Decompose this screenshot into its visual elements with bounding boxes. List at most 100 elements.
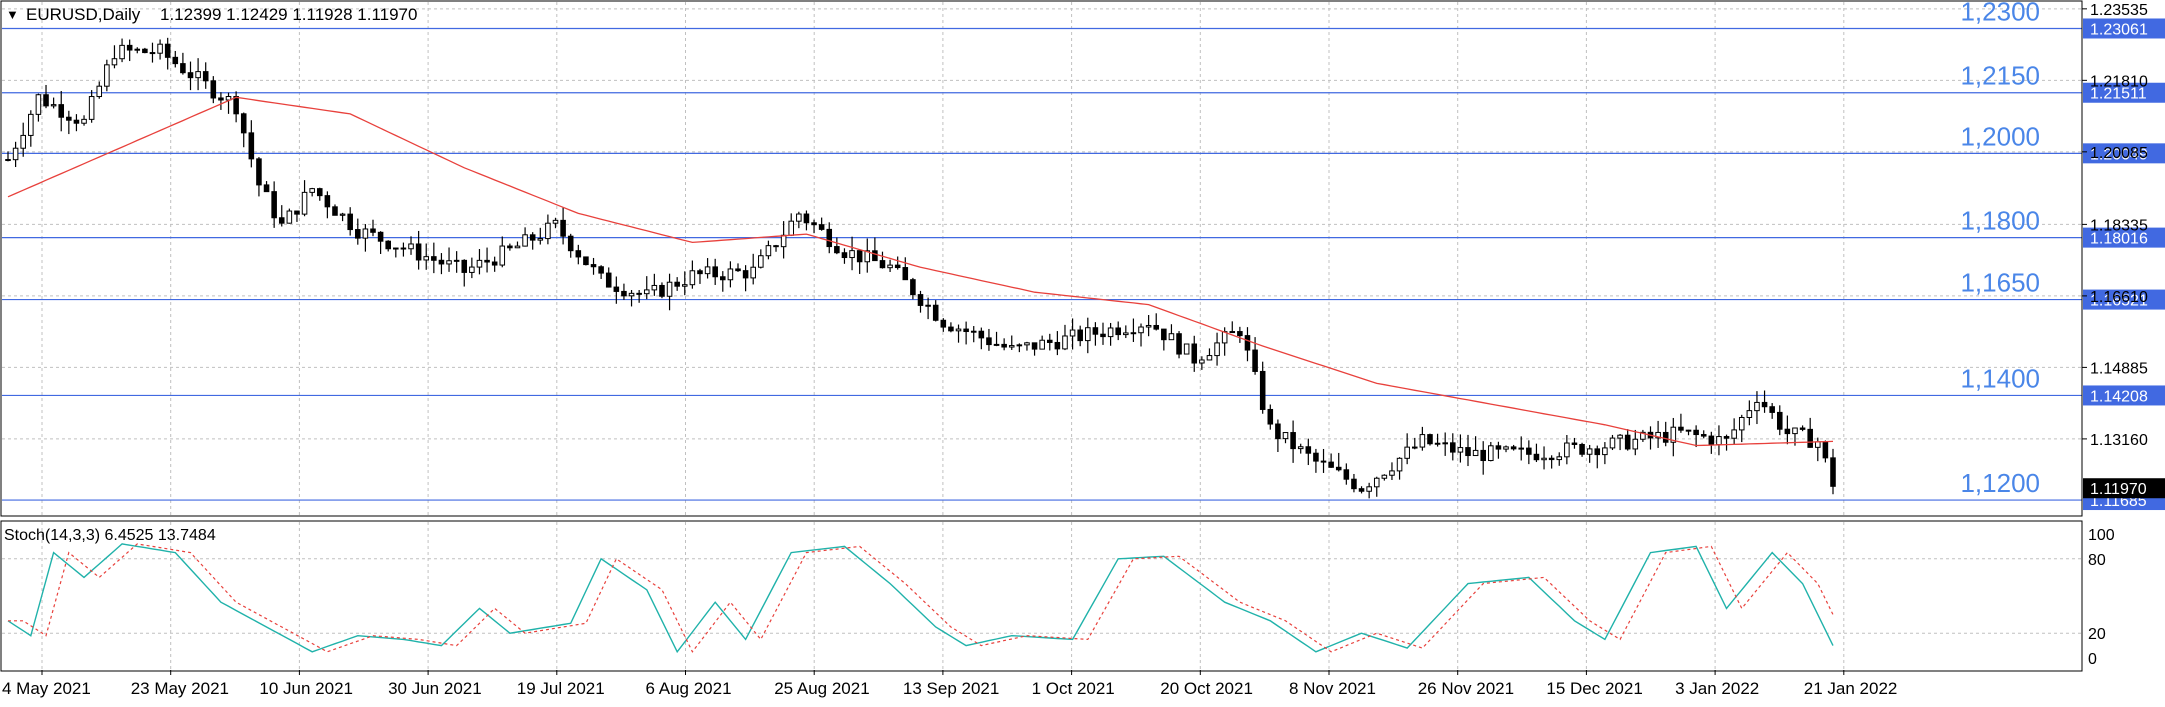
candle-body xyxy=(887,264,893,269)
candle-body xyxy=(385,240,391,250)
candle-body xyxy=(1153,324,1160,330)
candle-body xyxy=(1039,339,1045,350)
candle-body xyxy=(172,56,179,65)
candle-body xyxy=(1533,453,1540,461)
candle-body xyxy=(1776,411,1783,430)
candle-body xyxy=(73,119,80,124)
candle-body xyxy=(1351,478,1357,490)
candle-body xyxy=(58,104,65,118)
x-tick-label: 6 Aug 2021 xyxy=(646,679,732,698)
candle-body xyxy=(1008,345,1015,348)
candle-body xyxy=(1488,445,1494,462)
candle-body xyxy=(469,266,475,273)
candle-body xyxy=(1046,339,1053,343)
y-tick-label: 1.16610 xyxy=(2090,289,2148,306)
candle-body xyxy=(651,284,658,291)
candle-body xyxy=(1313,452,1319,462)
candle-body xyxy=(1472,449,1479,457)
candle-body xyxy=(1807,428,1813,448)
candle-body xyxy=(1586,448,1593,455)
candle-body xyxy=(1716,436,1722,446)
candle-body xyxy=(12,147,19,161)
ohlc-values: 1.12399 1.12429 1.11928 1.11970 xyxy=(160,5,417,24)
candle-body xyxy=(218,97,224,101)
candle-body xyxy=(1343,469,1350,480)
candle-body xyxy=(142,48,148,54)
candle-body xyxy=(1130,332,1137,335)
candle-body xyxy=(735,268,741,272)
candle-body xyxy=(1457,447,1464,453)
candle-body xyxy=(1784,428,1791,435)
level-label: 1,2150 xyxy=(1960,61,2040,91)
candle-body xyxy=(1358,488,1365,492)
candle-body xyxy=(750,266,756,279)
candle-body xyxy=(1792,427,1798,435)
candle-body xyxy=(613,286,620,292)
candle-body xyxy=(834,246,840,254)
candle-body xyxy=(294,210,300,215)
candle-body xyxy=(1054,341,1061,350)
candle-body xyxy=(1237,331,1243,337)
candle-body xyxy=(1191,343,1198,364)
y-tick-label: 1.21810 xyxy=(2090,73,2148,90)
candle-body xyxy=(263,184,270,193)
candle-body xyxy=(499,245,506,266)
x-tick-label: 8 Nov 2021 xyxy=(1289,679,1376,698)
candle-body xyxy=(362,228,369,239)
candle-body xyxy=(286,210,293,224)
candle-body xyxy=(1510,446,1517,450)
candle-body xyxy=(408,243,414,250)
candle-body xyxy=(149,52,156,55)
candle-body xyxy=(1731,429,1737,439)
candle-body xyxy=(1830,457,1836,487)
candle-body xyxy=(1138,326,1144,334)
candle-body xyxy=(1693,429,1699,436)
candle-body xyxy=(240,113,247,134)
candle-body xyxy=(393,247,399,250)
candle-body xyxy=(948,326,954,332)
chart-canvas[interactable]: 1,23001.230611,21501.215111,20001.200491… xyxy=(0,0,2165,702)
candle-body xyxy=(339,213,346,216)
candle-body xyxy=(126,44,133,51)
trading-chart[interactable]: 1,2300 1.23061 1,2150 1.21511 1,2000 1.20049 1… xyxy=(0,0,2165,702)
candle-body xyxy=(1335,466,1342,471)
candle-body xyxy=(1769,406,1775,413)
level-label: 1,1200 xyxy=(1960,468,2040,498)
x-tick-label: 15 Dec 2021 xyxy=(1546,679,1642,698)
x-tick-label: 13 Sep 2021 xyxy=(903,679,999,698)
candle-body xyxy=(50,104,57,107)
candle-body xyxy=(1373,477,1380,488)
candle-body xyxy=(811,222,817,226)
candle-body xyxy=(681,284,688,287)
candle-body xyxy=(1571,442,1578,445)
candle-body xyxy=(765,245,772,257)
candle-body xyxy=(1024,342,1030,346)
candle-body xyxy=(377,231,384,242)
candle-body xyxy=(712,266,718,278)
candle-body xyxy=(1176,333,1182,355)
level-label: 1,2000 xyxy=(1960,121,2040,151)
candle-body xyxy=(1419,434,1426,448)
candle-body xyxy=(1685,429,1692,432)
x-tick-label: 23 May 2021 xyxy=(131,679,229,698)
candle-body xyxy=(1297,446,1304,450)
candle-body xyxy=(1214,342,1220,357)
candle-body xyxy=(1199,359,1205,364)
candle-body xyxy=(1252,349,1258,372)
level-label: 1,1650 xyxy=(1960,268,2040,298)
candle-body xyxy=(1427,434,1433,445)
candle-body xyxy=(1229,331,1236,334)
candle-body xyxy=(210,80,217,99)
candle-body xyxy=(423,256,430,261)
y-tick-label: 1.13160 xyxy=(2090,432,2148,449)
candle-body xyxy=(1518,447,1525,450)
candle-body xyxy=(1480,449,1486,462)
candle-body xyxy=(431,256,437,261)
collapse-arrow-icon[interactable]: ▼ xyxy=(6,7,19,22)
candle-body xyxy=(636,292,642,295)
candle-body xyxy=(993,343,1000,346)
candle-body xyxy=(1708,435,1715,446)
candle-body xyxy=(1161,328,1167,341)
level-price-tag-label: 1.23061 xyxy=(2090,21,2148,38)
candle-body xyxy=(1564,442,1570,458)
